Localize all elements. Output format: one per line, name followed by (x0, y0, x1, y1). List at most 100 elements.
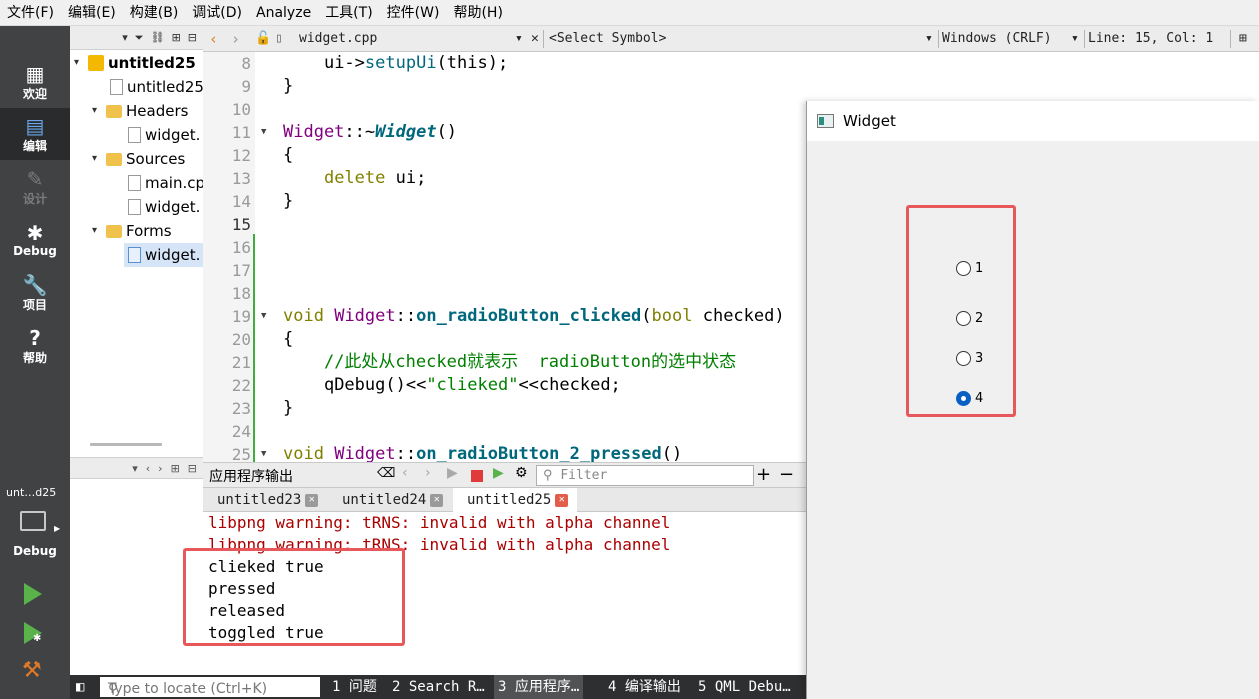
zoom-out-icon[interactable]: − (779, 464, 794, 485)
pane-compile-output[interactable]: 4 编译输出 (608, 675, 681, 699)
project-tree: ▾ untitled25 untitled25 ▾ Headers widget… (70, 50, 203, 460)
tree-headers[interactable]: ▾ Headers (92, 99, 188, 123)
zoom-in-icon[interactable]: + (756, 464, 771, 485)
mode-welcome[interactable]: ▦ 欢迎 (0, 56, 70, 108)
forward-icon[interactable]: › (231, 26, 240, 52)
pane-search-results[interactable]: 2 Search R… (392, 675, 485, 699)
back-icon[interactable]: ‹ (209, 26, 218, 52)
gear-icon[interactable]: ⚙ (515, 465, 528, 481)
fold-arrow-icon[interactable]: ▼ (261, 443, 266, 462)
output-filter-input[interactable]: ⚲ Filter (536, 465, 754, 486)
line-number: 20 (231, 330, 251, 349)
output-tab-untitled24[interactable]: untitled24 ✕ (328, 488, 452, 512)
monitor-icon[interactable] (20, 511, 46, 531)
cursor-position[interactable]: Line: 15, Col: 1 (1088, 26, 1213, 52)
menu-help[interactable]: 帮助(H) (446, 0, 509, 26)
tree-headers-label: Headers (126, 102, 189, 120)
lock-icon: 🔓 (255, 31, 272, 46)
app-window-icon (817, 114, 834, 128)
widget-title-bar[interactable]: Widget (807, 101, 1259, 141)
close-pane-icon[interactable]: ⊟ (188, 462, 197, 475)
project-icon (88, 55, 104, 71)
form-file-icon (128, 247, 141, 263)
close-file-icon[interactable]: ✕ (531, 26, 539, 52)
menu-file[interactable]: 文件(F) (0, 0, 61, 26)
kit-build-config: Debug (13, 544, 57, 558)
tree-form-file-label: widget. (145, 246, 201, 264)
forward-icon[interactable]: › (158, 462, 162, 475)
line-number: 12 (231, 146, 251, 165)
tree-horizontal-scrollbar[interactable] (90, 443, 162, 446)
menu-debug[interactable]: 调试(D) (185, 0, 249, 26)
current-file-name[interactable]: widget.cpp (299, 26, 377, 52)
mode-design[interactable]: ✎ 设计 (0, 161, 70, 213)
split-icon[interactable]: ⊞ (1239, 26, 1247, 52)
line-ending-selector[interactable]: Windows (CRLF) (942, 26, 1052, 52)
attach-debugger-icon[interactable]: ▶ (493, 465, 504, 481)
output-tab-untitled23[interactable]: untitled23 ✕ (203, 488, 327, 512)
chevron-down-icon[interactable]: ▾ (92, 219, 106, 243)
rerun-icon[interactable]: ▶ (447, 465, 458, 481)
line-number: 10 (231, 100, 251, 119)
filter-icon[interactable]: ⏷ (135, 31, 144, 45)
close-icon[interactable]: ✕ (305, 493, 319, 507)
mode-welcome-label: 欢迎 (22, 86, 47, 101)
chevron-down-icon[interactable]: ▾ (515, 26, 523, 52)
forward-icon[interactable]: › (425, 465, 431, 481)
fold-arrow-icon[interactable]: ▼ (261, 121, 266, 144)
split-icon[interactable]: ⊞ (172, 31, 181, 44)
tree-forms[interactable]: ▾ Forms (92, 219, 172, 243)
hammer-icon[interactable]: ⚒ (22, 658, 42, 683)
close-icon[interactable]: ✕ (430, 493, 444, 507)
code-line-14: } (283, 191, 294, 211)
code-editor[interactable]: 8 9 10 11 12 13 14 15 16 17 18 19 20 21 … (203, 52, 806, 462)
locator-input[interactable]: ⚲ Type to locate (Ctrl+K) (100, 677, 320, 697)
folder-icon (106, 104, 122, 118)
split-icon[interactable]: ⊞ (171, 462, 180, 475)
chevron-down-icon[interactable]: ▾ (1071, 26, 1079, 52)
tree-sources[interactable]: ▾ Sources (92, 147, 185, 171)
menu-controls[interactable]: 控件(W) (380, 0, 447, 26)
menu-tools[interactable]: 工具(T) (318, 0, 379, 26)
sidebar-toggle-icon[interactable]: ◧ (76, 675, 84, 699)
mode-help[interactable]: ? 帮助 (0, 320, 70, 372)
chevron-down-icon[interactable]: ▾ (122, 31, 128, 44)
line-number: 15 (231, 215, 251, 234)
mode-edit[interactable]: ▤ 编辑 (0, 108, 70, 160)
symbol-selector[interactable]: <Select Symbol> (549, 26, 666, 52)
pane-qml-debugger[interactable]: 5 QML Debu… (698, 675, 791, 699)
chevron-down-icon[interactable]: ▾ (92, 99, 106, 123)
chevron-down-icon[interactable]: ▾ (74, 51, 88, 75)
tree-pro-file[interactable]: untitled25 (110, 75, 203, 99)
tree-header-file[interactable]: widget. (128, 123, 200, 147)
chevron-down-icon[interactable]: ▾ (92, 147, 106, 171)
back-icon[interactable]: ‹ (402, 465, 408, 481)
menu-analyze[interactable]: Analyze (249, 0, 318, 26)
tree-source-main[interactable]: main.cp (128, 171, 203, 195)
clear-output-icon[interactable]: ⌫ (377, 466, 395, 481)
chevron-down-icon[interactable]: ▾ (925, 26, 933, 52)
tree-project[interactable]: ▾ untitled25 (74, 51, 196, 75)
tree-form-file[interactable]: widget. (124, 243, 203, 267)
pane-application-output[interactable]: 3 应用程序… (494, 675, 584, 699)
stop-icon[interactable] (471, 470, 483, 482)
run-icon[interactable] (24, 583, 42, 605)
mode-projects[interactable]: 🔧 项目 (0, 267, 70, 319)
pane-issues[interactable]: 1 问题 (332, 675, 377, 699)
close-icon[interactable]: ✕ (555, 493, 569, 507)
link-icon[interactable]: ⛓ (151, 31, 165, 44)
back-icon[interactable]: ‹ (146, 462, 150, 475)
chevron-down-icon[interactable]: ▾ (132, 462, 138, 475)
output-tab-untitled25[interactable]: untitled25 ✕ (453, 488, 577, 512)
line-number: 13 (231, 169, 251, 188)
fold-arrow-icon[interactable]: ▼ (261, 305, 266, 328)
code-line-20: { (283, 329, 294, 349)
cpp-file-icon (128, 175, 141, 191)
tree-source-widget-label: widget. (145, 198, 201, 216)
close-pane-icon[interactable]: ⊟ (188, 31, 197, 44)
help-icon: ? (29, 325, 41, 350)
menu-build[interactable]: 构建(B) (123, 0, 186, 26)
menu-edit[interactable]: 编辑(E) (61, 0, 123, 26)
tree-source-widget[interactable]: widget. (128, 195, 200, 219)
mode-debug[interactable]: ✱ Debug (0, 214, 70, 266)
